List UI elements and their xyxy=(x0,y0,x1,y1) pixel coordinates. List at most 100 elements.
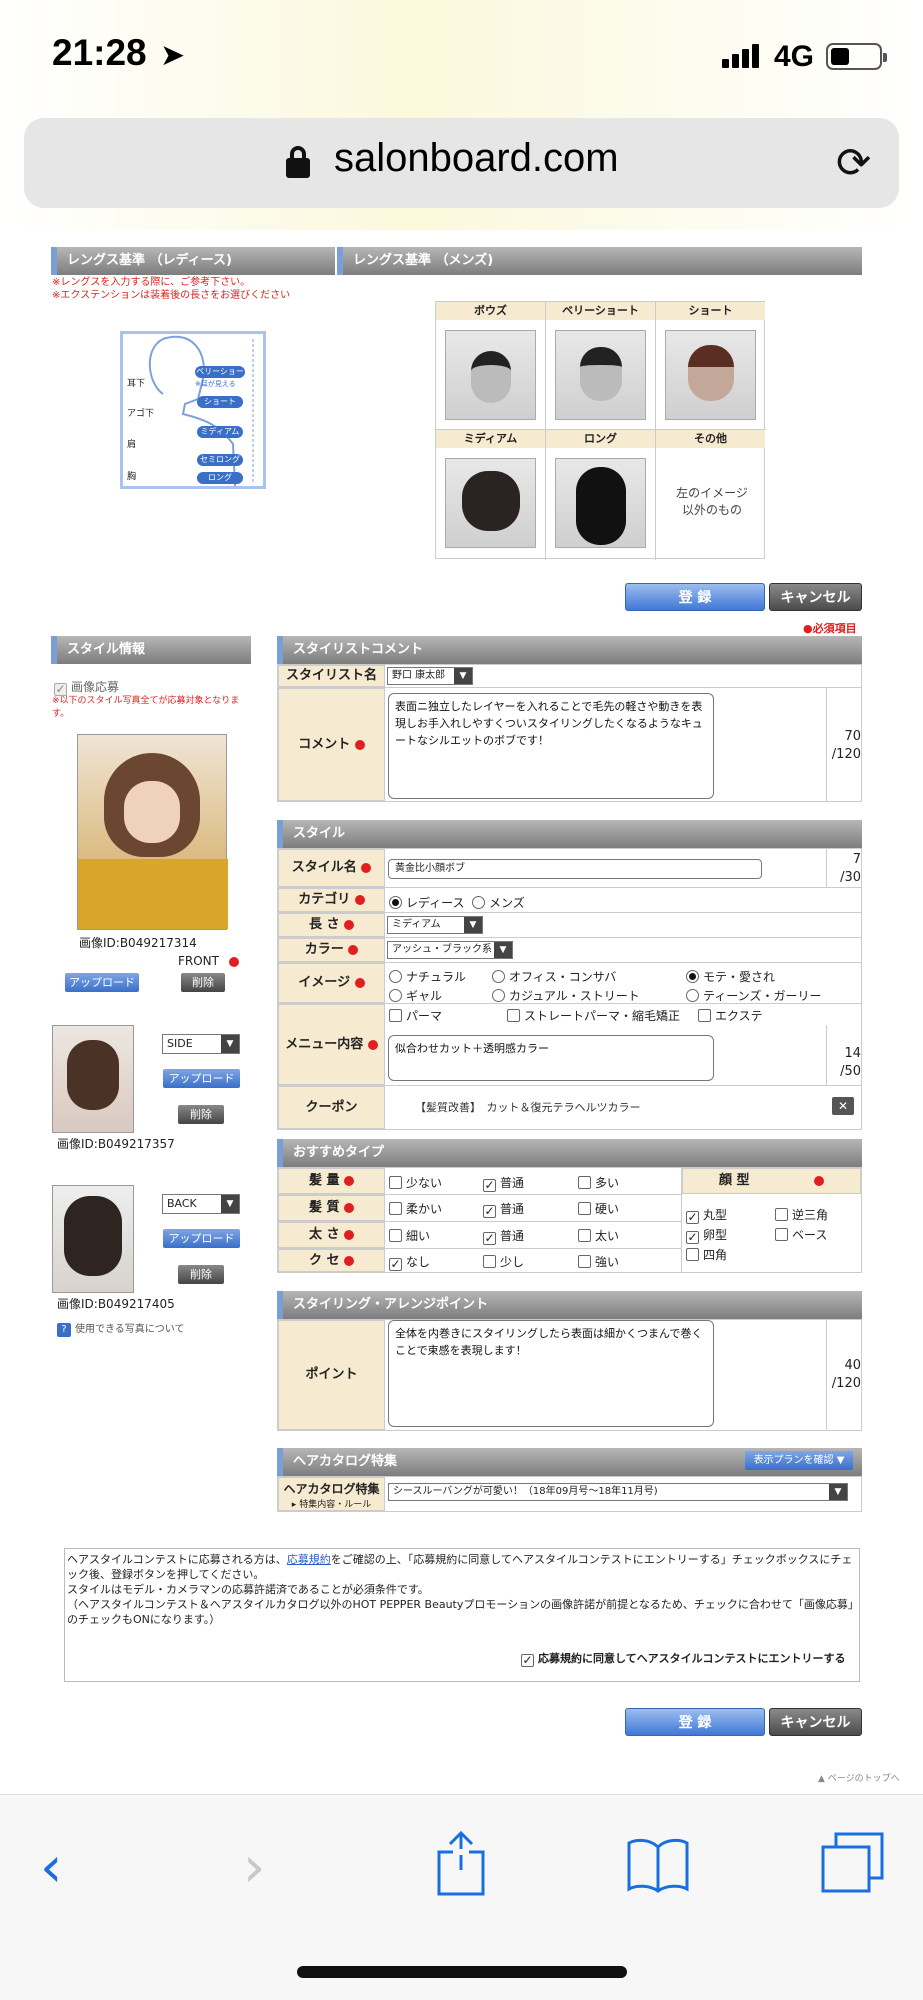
length-select[interactable]: ミディアム ▼ xyxy=(387,916,483,934)
rec-amount-few[interactable]: 少ない xyxy=(389,1174,442,1191)
rec-option-label: 太い xyxy=(595,1229,620,1243)
plan-confirm-button[interactable]: 表示プランを確認 ▼ xyxy=(745,1451,853,1470)
face-shape-label: 顔 型 xyxy=(682,1168,861,1194)
status-time: 21:28 xyxy=(52,32,147,73)
side-delete-button[interactable]: 削除 xyxy=(178,1105,224,1124)
location-arrow-icon: ➤ xyxy=(160,38,186,73)
category-ladies-radio[interactable]: レディース xyxy=(389,894,465,911)
rec-amount-normal[interactable]: ✓ 普通 xyxy=(483,1174,524,1192)
page-top-link[interactable]: ▲ ページのトップへ xyxy=(818,1771,900,1784)
category-mens-radio[interactable]: メンズ xyxy=(472,894,525,911)
menu-perm-label: パーマ xyxy=(406,1009,443,1023)
cancel-button[interactable]: キャンセル xyxy=(769,583,862,611)
rec-texture-normal[interactable]: ✓ 普通 xyxy=(483,1200,524,1218)
image-natural-radio[interactable]: ナチュラル xyxy=(389,968,466,985)
bookmarks-icon[interactable] xyxy=(626,1837,690,1897)
back-icon[interactable]: ‹ xyxy=(40,1835,62,1900)
image-teens-radio[interactable]: ティーンズ・ガーリー xyxy=(686,987,821,1004)
hairstyle-photo xyxy=(555,458,646,548)
point-counter: 40/120 xyxy=(828,1357,861,1393)
back-select[interactable]: BACK ▼ xyxy=(162,1194,240,1214)
rec-curl-little[interactable]: 少し xyxy=(483,1253,524,1270)
front-upload-button[interactable]: アップロード xyxy=(65,973,139,992)
url-text: salonboard.com xyxy=(334,136,619,180)
image-natural-label: ナチュラル xyxy=(406,970,467,984)
back-upload-button[interactable]: アップロード xyxy=(163,1229,240,1248)
stylist-name-label: スタイリスト名 xyxy=(278,665,385,701)
rec-curl-none[interactable]: ✓ なし xyxy=(389,1253,430,1271)
face-square[interactable]: 四角 xyxy=(686,1246,727,1263)
face-inverted-triangle[interactable]: 逆三角 xyxy=(775,1206,828,1223)
coupon-value: 【髪質改善】 カット＆復元テラヘルツカラー xyxy=(415,1101,641,1114)
length-select-value: ミディアム xyxy=(392,919,441,930)
reload-icon[interactable]: ⟳ xyxy=(836,138,871,187)
menu-straight-label: ストレートパーマ・縮毛矯正 xyxy=(524,1009,681,1023)
catalog-label: ヘアカタログ特集 ▸ 特集内容・ルール xyxy=(278,1477,385,1511)
menu-extension-checkbox[interactable]: エクステ xyxy=(698,1007,763,1024)
front-image-id: 画像ID:B049217314 xyxy=(79,936,197,950)
rec-option-label: 細い xyxy=(406,1229,431,1243)
point-max: /120 xyxy=(831,1376,861,1391)
rec-thickness-normal[interactable]: ✓ 普通 xyxy=(483,1227,524,1245)
front-label: FRONT xyxy=(178,954,239,968)
face-oval[interactable]: ✓ 卵型 xyxy=(686,1226,727,1244)
front-photo xyxy=(77,734,228,930)
color-select[interactable]: アッシュ・ブラック系 ▼ xyxy=(387,941,513,959)
photo-help-link[interactable]: ? 使用できる写真について xyxy=(57,1320,185,1337)
face-option-label: ベース xyxy=(792,1228,828,1242)
stylist-select[interactable]: 野口 康太郎 ▼ xyxy=(387,667,473,685)
face-round[interactable]: ✓ 丸型 xyxy=(686,1206,727,1224)
face-base[interactable]: ベース xyxy=(775,1226,827,1243)
menu-textarea[interactable]: 似合わせカット＋透明感カラー xyxy=(388,1035,714,1081)
catalog-select[interactable]: シースルーバングが可愛い！（18年09月号〜18年11月号) ▼ xyxy=(388,1483,848,1501)
rec-thickness-thick[interactable]: 太い xyxy=(578,1227,619,1244)
image-gal-radio[interactable]: ギャル xyxy=(389,987,442,1004)
hairstyle-photo xyxy=(445,330,536,420)
comment-textarea[interactable]: 表面ニ独立したレイヤーを入れることで毛先の軽さや動きを表現しお手入れしやすくつい… xyxy=(388,693,714,799)
register-button-bottom[interactable]: 登 録 xyxy=(625,1708,765,1736)
share-icon[interactable] xyxy=(436,1830,486,1900)
image-office-radio[interactable]: オフィス・コンサバ xyxy=(492,968,616,985)
len-ear-visible: ※耳が見える xyxy=(195,380,236,388)
side-select[interactable]: SIDE ▼ xyxy=(162,1034,240,1054)
rec-texture-hard[interactable]: 硬い xyxy=(578,1200,619,1217)
point-count: 40 xyxy=(844,1358,861,1373)
rec-option-label: 普通 xyxy=(500,1202,525,1216)
contest-rules-link[interactable]: 応募規約 xyxy=(287,1553,331,1566)
tabs-icon[interactable] xyxy=(820,1831,886,1899)
rec-texture-soft[interactable]: 柔かい xyxy=(389,1200,442,1217)
image-entry-checkbox[interactable]: ✓ 画像応募 xyxy=(54,678,119,696)
cancel-button-bottom[interactable]: キャンセル xyxy=(769,1708,862,1736)
menu-count: 14 xyxy=(844,1046,861,1061)
stylist-name-label-text: スタイリスト名 xyxy=(285,668,377,683)
help-icon: ? xyxy=(57,1323,71,1337)
catalog-rule-link[interactable]: ▸ 特集内容・ルール xyxy=(279,1497,384,1510)
close-icon[interactable]: ✕ xyxy=(832,1097,854,1115)
address-bar[interactable]: salonboard.com ⟳ xyxy=(24,118,899,208)
rec-option-label: 普通 xyxy=(500,1176,525,1190)
contest-entry-checkbox[interactable]: ✓ 応募規約に同意してヘアスタイルコンテストにエントリーする xyxy=(521,1650,845,1667)
rec-amount-many[interactable]: 多い xyxy=(578,1174,619,1191)
length-note-2: ※エクステンションは装着後の長さをお選びください xyxy=(52,290,291,301)
catalog-select-value: シースルーバングが可愛い！（18年09月号〜18年11月号) xyxy=(393,1486,658,1497)
photo-help-text: 使用できる写真について xyxy=(75,1324,185,1335)
menu-perm-checkbox[interactable]: パーマ xyxy=(389,1007,442,1024)
back-delete-button[interactable]: 削除 xyxy=(178,1265,224,1284)
side-upload-button[interactable]: アップロード xyxy=(163,1069,240,1088)
style-name-input[interactable]: 黄金比小顔ボブ xyxy=(388,859,762,879)
image-casual-radio[interactable]: カジュアル・ストリート xyxy=(492,987,640,1004)
forward-icon[interactable]: › xyxy=(243,1835,265,1900)
point-textarea[interactable]: 全体を内巻きにスタイリングしたら表面は細かくつまんで巻くことで束感を表現します！ xyxy=(388,1320,714,1427)
menu-straight-checkbox[interactable]: ストレートパーマ・縮毛矯正 xyxy=(507,1007,680,1024)
style-name-label: スタイル名 xyxy=(278,849,385,887)
color-label: カラー xyxy=(278,938,385,962)
image-label-text: イメージ xyxy=(298,975,351,990)
rec-row-label-text: ク セ xyxy=(308,1253,340,1268)
register-button[interactable]: 登 録 xyxy=(625,583,765,611)
image-mote-radio[interactable]: モテ・愛され xyxy=(686,968,775,985)
rec-thickness-thin[interactable]: 細い xyxy=(389,1227,430,1244)
front-delete-button[interactable]: 削除 xyxy=(181,973,225,992)
point-label: ポイント xyxy=(278,1320,385,1430)
contest-entry-label: 応募規約に同意してヘアスタイルコンテストにエントリーする xyxy=(538,1652,846,1665)
rec-curl-strong[interactable]: 強い xyxy=(578,1253,619,1270)
